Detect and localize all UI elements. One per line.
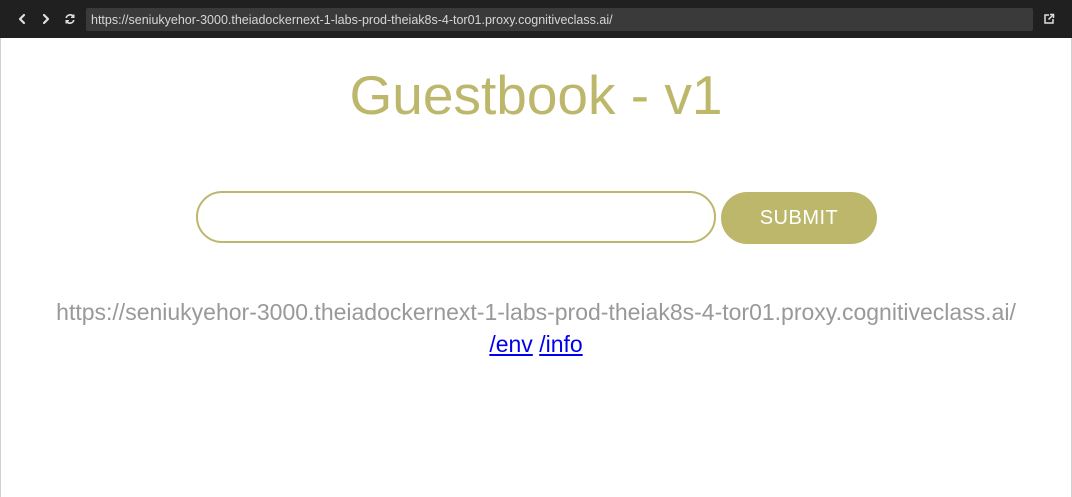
forward-button[interactable]: [37, 10, 55, 28]
page-title: Guestbook - v1: [349, 64, 723, 126]
reload-button[interactable]: [61, 10, 79, 28]
back-button[interactable]: [13, 10, 31, 28]
env-link[interactable]: /env: [489, 331, 532, 357]
refresh-icon: [64, 13, 76, 25]
address-bar-url: https://seniukyehor-3000.theiadockernext…: [91, 12, 613, 27]
address-bar[interactable]: https://seniukyehor-3000.theiadockernext…: [86, 8, 1033, 31]
links-row: /env /info: [1, 330, 1071, 358]
page-content: Guestbook - v1 SUBMIT https://seniukyeho…: [0, 38, 1072, 497]
open-external-icon: [1043, 13, 1055, 25]
chevron-right-icon: [41, 13, 51, 25]
info-link[interactable]: /info: [539, 331, 582, 357]
guestbook-entry-input[interactable]: [196, 191, 716, 243]
browser-toolbar: https://seniukyehor-3000.theiadockernext…: [0, 0, 1072, 38]
chevron-left-icon: [17, 13, 27, 25]
open-in-new-window-button[interactable]: [1040, 10, 1058, 28]
submit-button[interactable]: SUBMIT: [721, 192, 877, 244]
host-address-text: https://seniukyehor-3000.theiadockernext…: [56, 299, 1016, 325]
